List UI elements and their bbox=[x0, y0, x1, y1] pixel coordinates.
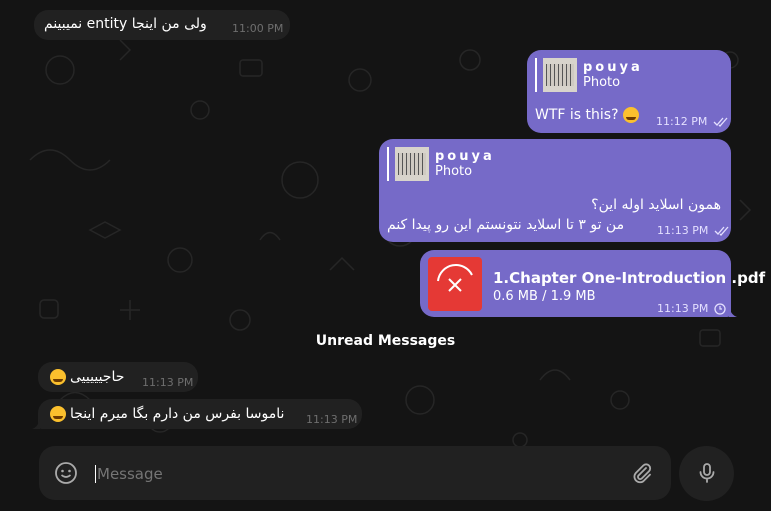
incoming-message[interactable]: حاجیییییی 11:13 PM bbox=[38, 362, 198, 392]
message-text: ولی من اینجا entity نمیبینم bbox=[44, 16, 207, 32]
double-check-icon bbox=[714, 226, 729, 236]
reply-photo-thumbnail bbox=[543, 58, 577, 92]
double-check-icon bbox=[713, 117, 728, 127]
message-time: 11:13 PM bbox=[306, 413, 358, 426]
microphone-icon bbox=[699, 463, 715, 483]
attach-paperclip-icon[interactable] bbox=[630, 461, 654, 485]
flushed-face-emoji-icon bbox=[622, 107, 639, 123]
message-time: 11:12 PM bbox=[656, 115, 729, 128]
cancel-download-icon[interactable] bbox=[428, 257, 482, 311]
bubble-tail bbox=[32, 419, 40, 429]
message-text: WTF is this? bbox=[535, 107, 639, 123]
outgoing-message[interactable]: pouya Photo همون اسلاید اوله این؟ من تو … bbox=[379, 139, 731, 242]
voice-record-button[interactable] bbox=[679, 446, 734, 501]
outgoing-file-message[interactable]: 1.Chapter One-Introduction .pdf 0.6 MB /… bbox=[420, 250, 765, 317]
reply-author: pouya bbox=[435, 149, 495, 164]
message-time: 11:13 PM bbox=[657, 302, 726, 315]
file-progress: 0.6 MB / 1.9 MB bbox=[493, 289, 596, 304]
laughing-face-emoji-icon bbox=[50, 369, 66, 385]
message-text-line: همون اسلاید اوله این؟ bbox=[591, 197, 721, 213]
message-composer bbox=[39, 446, 671, 500]
incoming-message[interactable]: ولی من اینجا entity نمیبینم 11:00 PM bbox=[34, 10, 290, 40]
laughing-face-emoji-icon bbox=[50, 406, 66, 422]
reply-type: Photo bbox=[583, 75, 621, 90]
message-input[interactable] bbox=[95, 460, 609, 488]
message-time: 11:00 PM bbox=[232, 22, 284, 35]
bubble-tail bbox=[729, 307, 737, 317]
reply-preview[interactable]: pouya Photo bbox=[387, 147, 495, 181]
reply-author: pouya bbox=[583, 60, 643, 75]
emoji-picker-icon[interactable] bbox=[54, 461, 78, 485]
message-time: 11:13 PM bbox=[142, 376, 194, 389]
reply-photo-thumbnail bbox=[395, 147, 429, 181]
message-text: ناموسا بفرس من دارم بگا میرم اینجا bbox=[70, 406, 285, 422]
incoming-message[interactable]: ناموسا بفرس من دارم بگا میرم اینجا 11:13… bbox=[38, 399, 362, 429]
reply-type: Photo bbox=[435, 164, 473, 179]
message-text-line: من تو ۳ تا اسلاید نتونستم این رو پیدا کن… bbox=[387, 217, 625, 233]
message-time: 11:13 PM bbox=[657, 224, 730, 237]
outgoing-message[interactable]: pouya Photo WTF is this? 11:12 PM bbox=[527, 50, 731, 133]
unread-messages-divider: Unread Messages bbox=[315, 333, 456, 349]
clock-icon bbox=[714, 303, 726, 315]
file-name: 1.Chapter One-Introduction .pdf bbox=[493, 269, 766, 287]
reply-preview[interactable]: pouya Photo bbox=[535, 58, 643, 92]
file-icon[interactable] bbox=[428, 257, 482, 311]
message-text: حاجیییییی bbox=[70, 369, 125, 385]
